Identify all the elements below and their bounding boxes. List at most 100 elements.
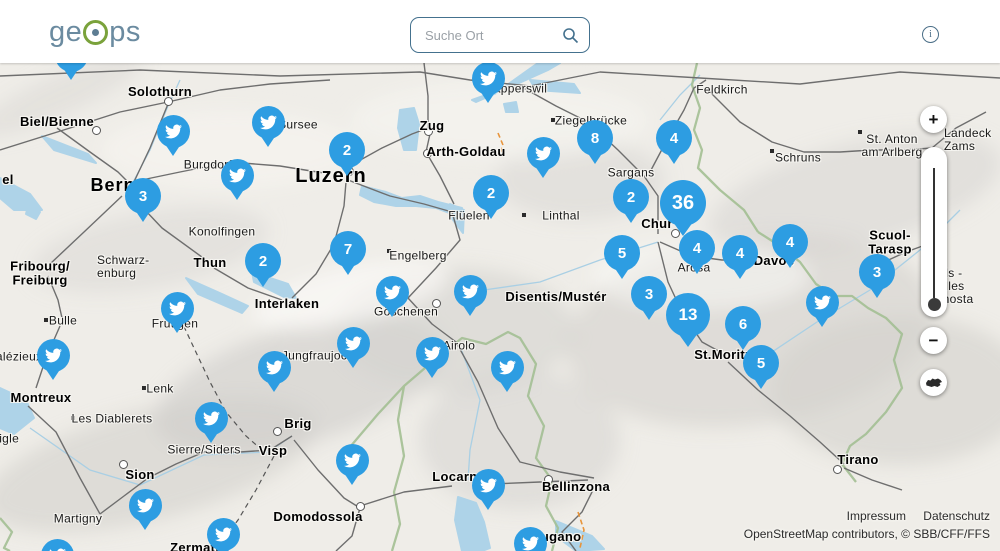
tweet-marker[interactable] — [376, 276, 409, 317]
map-label: Les Diablerets — [72, 412, 153, 425]
tweet-marker[interactable] — [336, 444, 369, 485]
info-button[interactable]: i — [922, 26, 939, 43]
map-label: Montreux — [11, 391, 72, 405]
cluster-count: 2 — [627, 189, 635, 206]
map-label: Tirano — [837, 453, 878, 467]
fit-switzerland-button[interactable] — [920, 369, 947, 396]
cluster-count: 8 — [591, 130, 599, 147]
tweet-marker[interactable] — [55, 63, 88, 80]
map-label: Bellinzona — [542, 480, 610, 494]
village-dot — [44, 318, 48, 322]
map-label: Schwarz- enburg — [97, 254, 149, 280]
tweet-marker[interactable] — [252, 106, 285, 147]
cluster-marker[interactable]: 6 — [725, 306, 761, 350]
tweet-marker[interactable] — [161, 292, 194, 333]
tweet-marker[interactable] — [514, 527, 547, 551]
cluster-marker[interactable]: 2 — [245, 243, 281, 287]
zoom-slider-handle[interactable] — [928, 298, 941, 311]
cluster-count: 2 — [343, 142, 351, 159]
cluster-marker[interactable]: 7 — [330, 231, 366, 275]
zoom-in-button[interactable]: + — [920, 106, 947, 133]
twitter-bird-icon — [344, 452, 361, 469]
tweetmap-app: geps i — [0, 0, 1000, 551]
map-label: St. Anton am Arlberg — [861, 133, 922, 159]
cluster-count: 4 — [736, 245, 744, 262]
tweet-marker[interactable] — [337, 327, 370, 368]
twitter-bird-icon — [203, 410, 220, 427]
cluster-marker[interactable]: 3 — [631, 276, 667, 320]
map-label: Sierre/Siders — [167, 443, 240, 456]
cluster-marker[interactable]: 5 — [743, 345, 779, 389]
cluster-marker[interactable]: 4 — [722, 235, 758, 279]
cluster-count: 3 — [645, 286, 653, 303]
tweet-marker[interactable] — [258, 351, 291, 392]
search-input[interactable] — [423, 27, 562, 44]
tweet-marker[interactable] — [195, 402, 228, 443]
tweet-marker[interactable] — [207, 518, 240, 551]
footer-links: Impressum Datenschutz — [833, 509, 990, 523]
tweet-marker[interactable] — [806, 286, 839, 327]
map-label: Engelberg — [389, 249, 446, 262]
map-label: el — [2, 173, 13, 187]
map-label: Fribourg/ Freiburg — [10, 260, 70, 289]
cluster-marker[interactable]: 4 — [679, 230, 715, 274]
twitter-bird-icon — [522, 535, 539, 551]
station-node — [273, 427, 282, 436]
header: geps i — [0, 0, 1000, 63]
twitter-bird-icon — [814, 294, 831, 311]
tweet-marker[interactable] — [37, 339, 70, 380]
cluster-marker[interactable]: 3 — [859, 254, 895, 298]
map-label: Linthal — [542, 209, 579, 222]
map-label: Sargans — [608, 166, 655, 179]
cluster-marker[interactable]: 13 — [666, 293, 710, 347]
tweet-marker[interactable] — [491, 351, 524, 392]
cluster-marker[interactable]: 3 — [125, 178, 161, 222]
tweet-marker[interactable] — [416, 337, 449, 378]
cluster-marker[interactable]: 4 — [656, 120, 692, 164]
map-label: Arth-Goldau — [426, 145, 505, 159]
tweet-marker[interactable] — [129, 489, 162, 530]
map-label: Interlaken — [255, 297, 319, 311]
map-layer: SolothurnBiel/BienneBernLuzernZugArth-Go… — [0, 63, 1000, 551]
tweet-marker[interactable] — [157, 115, 190, 156]
cluster-marker[interactable]: 5 — [604, 235, 640, 279]
twitter-bird-icon — [345, 335, 362, 352]
cluster-marker[interactable]: 2 — [329, 132, 365, 176]
twitter-bird-icon — [462, 283, 479, 300]
zoom-out-button[interactable]: − — [920, 327, 947, 354]
map-label: Feldkirch — [696, 83, 747, 96]
twitter-bird-icon — [49, 547, 66, 551]
tweet-marker[interactable] — [527, 137, 560, 178]
geops-ring-dot — [92, 29, 99, 36]
zoom-slider[interactable] — [921, 147, 947, 317]
map-canvas[interactable]: SolothurnBiel/BienneBernLuzernZugArth-Go… — [0, 63, 1000, 551]
cluster-count: 2 — [487, 185, 495, 202]
map-label: Lenk — [146, 382, 173, 395]
cluster-marker[interactable]: 2 — [613, 179, 649, 223]
twitter-bird-icon — [169, 300, 186, 317]
map-label: Aigle — [0, 432, 19, 445]
tweet-marker[interactable] — [454, 275, 487, 316]
tweet-marker[interactable] — [41, 539, 74, 551]
impressum-link[interactable]: Impressum — [847, 509, 906, 523]
cluster-marker[interactable]: 8 — [577, 120, 613, 164]
cluster-marker[interactable]: 36 — [660, 180, 706, 236]
map-label: Biel/Bienne — [20, 115, 94, 129]
tweet-marker[interactable] — [472, 63, 505, 103]
geops-logo[interactable]: geps — [49, 16, 141, 49]
datenschutz-link[interactable]: Datenschutz — [923, 509, 990, 523]
cluster-marker[interactable]: 4 — [772, 224, 808, 268]
map-label: Konolfingen — [189, 225, 256, 238]
twitter-bird-icon — [63, 63, 80, 64]
tweet-marker[interactable] — [472, 469, 505, 510]
map-label: Brig — [284, 417, 311, 431]
map-label: Disentis/Mustér — [505, 290, 606, 304]
map-label: Scuol- Tarasp — [868, 229, 911, 258]
cluster-marker[interactable]: 2 — [473, 175, 509, 219]
zoom-slider-track — [933, 168, 935, 298]
cluster-count: 5 — [757, 355, 765, 372]
twitter-bird-icon — [266, 359, 283, 376]
search-icon[interactable] — [562, 27, 579, 44]
cluster-count: 4 — [670, 130, 678, 147]
tweet-marker[interactable] — [221, 159, 254, 200]
